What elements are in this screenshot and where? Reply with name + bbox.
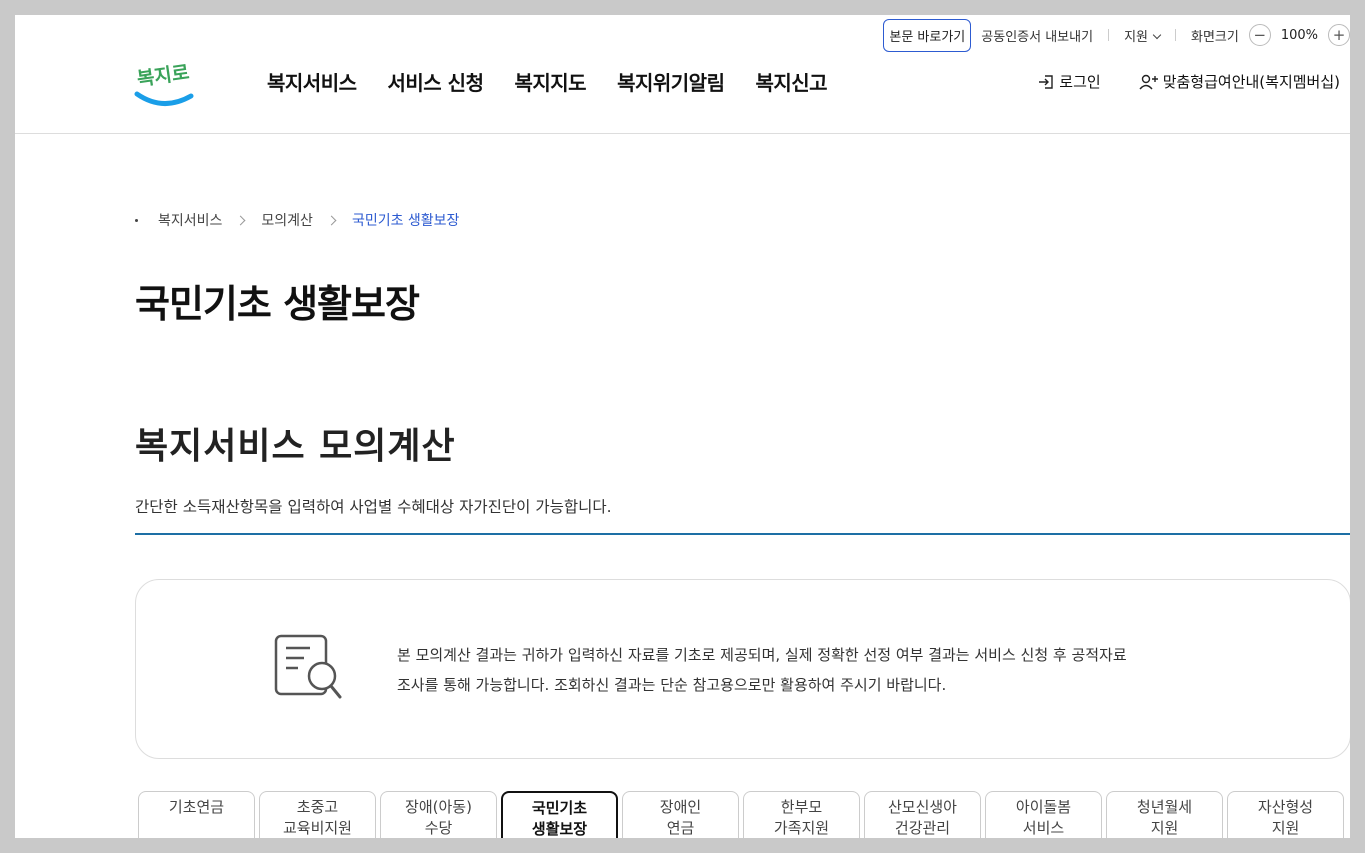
tab-maternity-care[interactable]: 산모신생아건강관리 (864, 791, 981, 838)
tab-youth-rent[interactable]: 청년월세지원 (1106, 791, 1223, 838)
home-dot-icon (135, 218, 138, 222)
browser-viewport: 본문 바로가기 공동인증서 내보내기 지원 화면크기 − 100% + 복지로 … (15, 15, 1350, 838)
tab-label: 기초연금 (168, 798, 225, 816)
tab-label: 수당 (424, 819, 453, 837)
support-dropdown[interactable]: 지원 (1124, 26, 1162, 45)
tab-label: 청년월세 (1136, 798, 1193, 816)
tab-label: 서비스 (1022, 819, 1065, 837)
calculator-tabs: 기초연금 초중고교육비지원 장애(아동) 수당 국민기초생활보장 장애인연금 한부… (138, 791, 1344, 838)
notice-box: 본 모의계산 결과는 귀하가 입력하신 자료를 기초로 제공되며, 실제 정확한… (135, 579, 1350, 759)
main-navigation: 복지서비스 서비스 신청 복지지도 복지위기알림 복지신고 (267, 67, 828, 96)
tab-disability-allowance[interactable]: 장애(아동) 수당 (380, 791, 497, 838)
gnb-service-apply[interactable]: 서비스 신청 (388, 67, 484, 96)
svg-text:복지로: 복지로 (136, 61, 191, 90)
gnb-welfare-map[interactable]: 복지지도 (514, 67, 586, 96)
tab-label: 한부모 (780, 798, 823, 816)
bokjiro-logo-icon: 복지로 (134, 61, 194, 106)
chevron-down-icon (1152, 30, 1162, 39)
support-label: 지원 (1124, 29, 1148, 45)
top-utility-bar: 본문 바로가기 공동인증서 내보내기 지원 화면크기 − 100% + (883, 18, 1350, 52)
tab-label: 산모신생아 (887, 798, 957, 816)
divider (1174, 29, 1176, 41)
user-add-icon (1139, 74, 1158, 89)
gnb-welfare-service[interactable]: 복지서비스 (267, 67, 357, 96)
zoom-label: 화면크기 (1190, 29, 1239, 45)
tab-label: 가족지원 (773, 819, 830, 837)
site-logo[interactable]: 복지로 (133, 52, 195, 114)
chevron-right-icon (235, 215, 246, 225)
tab-label: 장애(아동) (405, 798, 472, 816)
site-header: 복지로 복지서비스 서비스 신청 복지지도 복지위기알림 복지신고 로그인 맞춤… (15, 49, 1350, 134)
zoom-out-button[interactable]: − (1248, 24, 1271, 46)
user-utility-menu: 로그인 맞춤형급여안내(복지멤버십) (1037, 71, 1340, 92)
membership-guide-button[interactable]: 맞춤형급여안내(복지멤버십) (1139, 71, 1340, 92)
chevron-right-icon (326, 215, 337, 225)
tab-childcare-service[interactable]: 아이돌봄서비스 (985, 791, 1102, 838)
skip-to-content-button[interactable]: 본문 바로가기 (883, 18, 972, 52)
tab-education-support[interactable]: 초중고교육비지원 (259, 791, 376, 838)
notice-line: 본 모의계산 결과는 귀하가 입력하신 자료를 기초로 제공되며, 실제 정확한… (397, 646, 1127, 664)
tab-label: 교육비지원 (282, 819, 352, 837)
breadcrumb-item[interactable]: 모의계산 (261, 210, 313, 230)
tab-label: 초중고 (296, 798, 339, 816)
tab-label: 자산형성 (1257, 798, 1314, 816)
cert-export-link[interactable]: 공동인증서 내보내기 (981, 26, 1093, 45)
login-button[interactable]: 로그인 (1037, 71, 1101, 92)
tab-label: 지원 (1271, 819, 1300, 837)
tab-label: 아이돌봄 (1015, 798, 1072, 816)
tab-label: 장애인 (659, 798, 702, 816)
tab-disability-pension[interactable]: 장애인연금 (622, 791, 739, 838)
tab-label: 지원 (1150, 819, 1179, 837)
gnb-welfare-report[interactable]: 복지신고 (755, 67, 827, 96)
page-title: 국민기초 생활보장 (135, 282, 420, 326)
gnb-crisis-alert[interactable]: 복지위기알림 (617, 67, 725, 96)
section-title: 복지서비스 모의계산 (135, 426, 456, 467)
tab-single-parent[interactable]: 한부모가족지원 (743, 791, 860, 838)
breadcrumb: 복지서비스 모의계산 국민기초 생활보장 (135, 210, 459, 230)
membership-label: 맞춤형급여안내(복지멤버십) (1162, 73, 1340, 91)
divider (135, 533, 1350, 535)
tab-asset-building[interactable]: 자산형성지원 (1227, 791, 1344, 838)
tab-basic-pension[interactable]: 기초연금 (138, 791, 255, 838)
document-search-icon (272, 634, 342, 708)
divider (1108, 29, 1110, 41)
login-label: 로그인 (1059, 73, 1101, 91)
login-icon (1039, 74, 1053, 89)
breadcrumb-current: 국민기초 생활보장 (351, 213, 460, 229)
notice-line: 조사를 통해 가능합니다. 조회하신 결과는 단순 참고용으로만 활용하여 주시… (397, 676, 947, 694)
section-description: 간단한 소득재산항목을 입력하여 사업별 수혜대상 자가진단이 가능합니다. (135, 498, 612, 516)
tab-label: 건강관리 (894, 819, 951, 837)
tab-basic-livelihood[interactable]: 국민기초생활보장 (501, 791, 618, 838)
tab-label: 연금 (666, 819, 695, 837)
zoom-in-button[interactable]: + (1328, 24, 1350, 46)
zoom-value: 100% (1280, 27, 1318, 43)
tab-label: 국민기초 (531, 799, 588, 817)
tab-label: 생활보장 (531, 820, 588, 838)
notice-text: 본 모의계산 결과는 귀하가 입력하신 자료를 기초로 제공되며, 실제 정확한… (397, 640, 1127, 700)
breadcrumb-item[interactable]: 복지서비스 (158, 210, 222, 230)
